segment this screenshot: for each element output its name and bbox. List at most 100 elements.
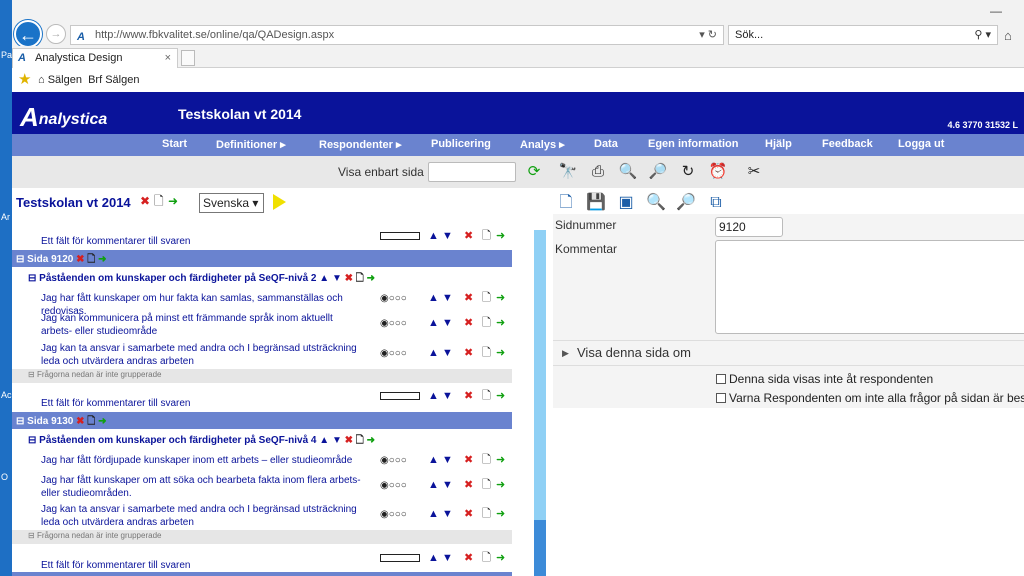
table-row[interactable]: Jag har fått kunskaper om hur fakta kan … — [12, 290, 512, 317]
move-down-icon[interactable]: ▼ — [442, 479, 453, 492]
forward-button[interactable]: → — [46, 24, 66, 44]
minimize-icon[interactable]: — — [990, 4, 1008, 18]
menu-feedback[interactable]: Feedback — [822, 138, 873, 150]
page-section[interactable] — [12, 572, 512, 576]
document-icon[interactable]: 🗋 — [482, 317, 491, 330]
go-arrow-icon[interactable]: ➜ — [496, 390, 505, 403]
checkbox-icon[interactable] — [716, 393, 726, 403]
scrollbar-thumb[interactable] — [534, 230, 546, 520]
search-icon[interactable]: ⚲ ▾ — [974, 26, 991, 44]
comment-textarea[interactable] — [715, 240, 1024, 334]
move-down-icon[interactable]: ▼ — [442, 347, 453, 360]
move-up-icon[interactable]: ▲ — [428, 552, 439, 565]
move-down-icon[interactable]: ▼ — [442, 552, 453, 565]
delete-icon[interactable]: ✖ — [464, 508, 473, 521]
move-up-icon[interactable]: ▲ — [428, 317, 439, 330]
close-tab-icon[interactable]: × — [165, 49, 171, 67]
refresh-icon[interactable]: ▾ ↻ — [699, 26, 717, 44]
visibility-accordion[interactable]: ▶ Visa denna sida om — [553, 340, 1024, 366]
document-icon[interactable]: 🗋 — [482, 479, 491, 492]
go-arrow-icon[interactable]: ➜ — [496, 479, 505, 492]
hidden-page-checkbox[interactable]: Denna sida visas inte åt respondenten — [716, 372, 933, 386]
menu-hjalp[interactable]: Hjälp — [765, 138, 792, 150]
move-up-icon[interactable]: ▲ — [428, 508, 439, 521]
table-row[interactable]: Jag har fått fördjupade kunskaper inom e… — [12, 452, 512, 472]
zoom-icon[interactable]: 🔍 — [646, 192, 666, 214]
document-icon[interactable]: 🗋 — [482, 230, 491, 243]
browser-tab[interactable]: A Analystica Design × — [12, 48, 178, 68]
menu-publicering[interactable]: Publicering — [431, 138, 491, 150]
print-icon[interactable]: ⎙ — [588, 162, 608, 182]
address-field[interactable]: A http://www.fbkvalitet.se/online/qa/QAD… — [70, 25, 724, 45]
page-section[interactable]: ⊟ Sida 9120 ✖ 🗋 ➜ — [12, 250, 512, 267]
language-select[interactable]: Svenska ▾ — [199, 193, 264, 213]
move-down-icon[interactable]: ▼ — [442, 390, 453, 403]
favorites-star-icon[interactable]: ★ — [18, 68, 31, 92]
delete-icon[interactable]: ✖ — [464, 552, 473, 565]
move-up-icon[interactable]: ▲ — [428, 230, 439, 243]
new-tab-button[interactable] — [181, 50, 195, 66]
binoculars-icon[interactable]: 🔭 — [558, 162, 578, 182]
reload-circle-icon[interactable]: ↻ — [678, 162, 698, 182]
alarm-clock-icon[interactable]: ⏰ — [708, 162, 728, 182]
move-down-icon[interactable]: ▼ — [442, 317, 453, 330]
go-arrow-icon[interactable]: ➜ — [168, 194, 178, 208]
page-number-input[interactable]: 9120 — [715, 217, 783, 237]
checkbox-icon[interactable] — [716, 374, 726, 384]
scrollbar-track[interactable] — [534, 520, 546, 576]
go-arrow-icon[interactable]: ➜ — [496, 347, 505, 360]
move-up-icon[interactable]: ▲ — [428, 454, 439, 467]
delete-icon[interactable]: ✖ — [464, 230, 473, 243]
splitter-scrollbar[interactable] — [534, 218, 546, 576]
document-icon[interactable]: 🗋 — [482, 390, 491, 403]
image-icon[interactable]: ▣ — [616, 192, 636, 214]
zoom-add-icon[interactable]: 🔎 — [648, 162, 668, 182]
document-icon[interactable]: 🗋 — [154, 194, 164, 208]
menu-egen-information[interactable]: Egen information — [648, 138, 738, 150]
go-arrow-icon[interactable]: ➜ — [496, 552, 505, 565]
menu-analys[interactable]: Analys ▸ — [520, 138, 565, 151]
filter-input[interactable] — [428, 162, 516, 182]
tools-icon[interactable]: ✂ — [744, 162, 764, 182]
question-group[interactable]: ⊟ Påståenden om kunskaper och färdighete… — [12, 269, 512, 286]
move-up-icon[interactable]: ▲ — [428, 347, 439, 360]
back-button[interactable]: ← — [14, 20, 42, 48]
go-arrow-icon[interactable]: ➜ — [496, 508, 505, 521]
document-icon[interactable]: 🗋 — [482, 292, 491, 305]
menu-start[interactable]: Start — [162, 138, 187, 150]
document-icon[interactable]: 🗋 — [482, 552, 491, 565]
question-group[interactable]: ⊟ Påståenden om kunskaper och färdighete… — [12, 431, 512, 448]
delete-icon[interactable]: ✖ — [464, 292, 473, 305]
move-up-icon[interactable]: ▲ — [428, 390, 439, 403]
favorite-link[interactable]: ⌂ Sälgen Brf Sälgen — [38, 68, 139, 92]
document-icon[interactable]: 🗋 — [482, 347, 491, 360]
menu-data[interactable]: Data — [594, 138, 618, 150]
move-down-icon[interactable]: ▼ — [442, 230, 453, 243]
play-icon[interactable] — [273, 194, 286, 210]
zoom-icon[interactable]: 🔍 — [618, 162, 638, 182]
delete-icon[interactable]: ✖ — [464, 390, 473, 403]
move-down-icon[interactable]: ▼ — [442, 508, 453, 521]
table-row[interactable]: Jag kan ta ansvar i samarbete med andra … — [12, 502, 512, 530]
copy-icon[interactable]: ⧉ — [706, 192, 726, 214]
move-up-icon[interactable]: ▲ — [428, 292, 439, 305]
save-icon[interactable]: 💾 — [586, 192, 606, 214]
zoom-add-icon[interactable]: 🔎 — [676, 192, 696, 214]
document-icon[interactable]: 🗋 — [482, 454, 491, 467]
move-down-icon[interactable]: ▼ — [442, 292, 453, 305]
move-up-icon[interactable]: ▲ — [428, 479, 439, 492]
table-row[interactable]: Jag har fått kunskaper om att söka och b… — [12, 473, 512, 501]
document-icon[interactable]: 🗋 — [482, 508, 491, 521]
go-arrow-icon[interactable]: ➜ — [496, 292, 505, 305]
search-input[interactable]: Sök... ⚲ ▾ — [728, 25, 998, 45]
go-arrow-icon[interactable]: ➜ — [496, 317, 505, 330]
warn-respondent-checkbox[interactable]: Varna Respondenten om inte alla frågor p… — [716, 391, 1024, 405]
new-page-icon[interactable]: 🗋 — [556, 192, 576, 214]
delete-icon[interactable]: ✖ — [140, 194, 150, 208]
go-arrow-icon[interactable]: ➜ — [496, 230, 505, 243]
menu-logga-ut[interactable]: Logga ut — [898, 138, 944, 150]
menu-definitioner[interactable]: Definitioner ▸ — [216, 138, 286, 151]
home-icon[interactable]: ⌂ — [1004, 28, 1012, 43]
delete-icon[interactable]: ✖ — [464, 347, 473, 360]
ungrouped-row[interactable]: ⊟ Frågorna nedan är inte grupperade — [12, 369, 512, 383]
